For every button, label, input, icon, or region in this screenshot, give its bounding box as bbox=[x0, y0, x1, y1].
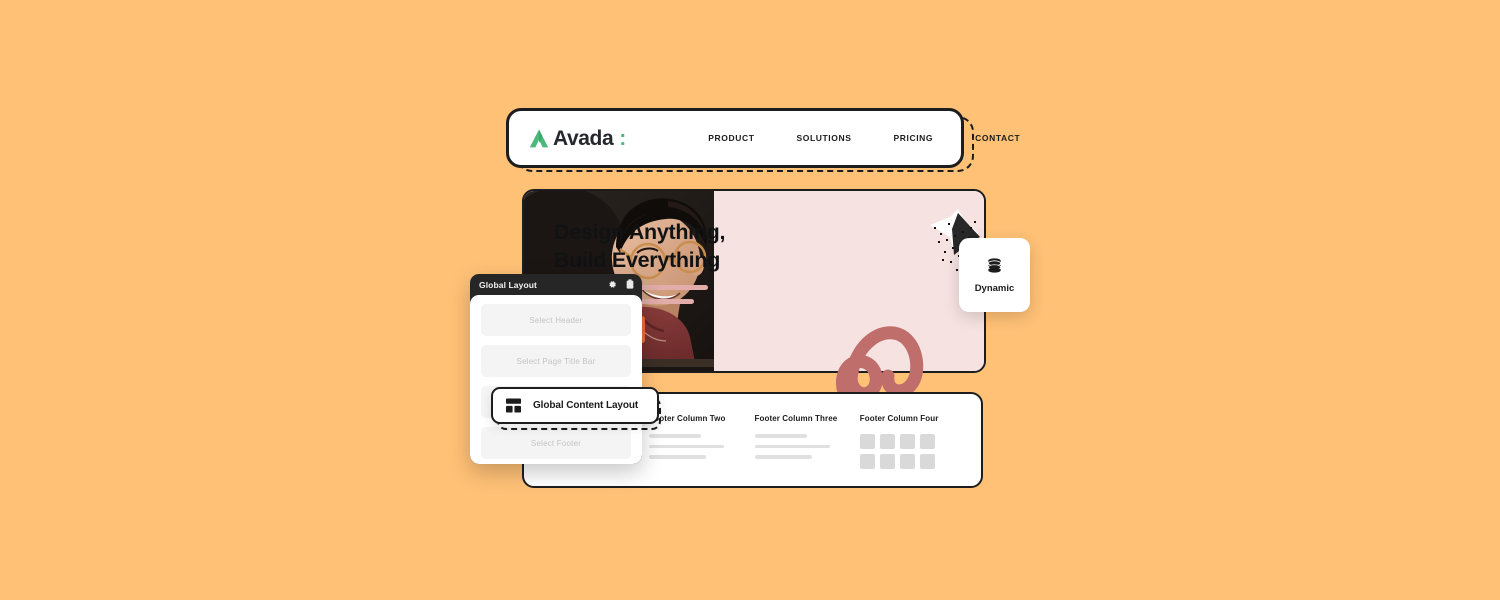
hero-content bbox=[714, 191, 984, 371]
global-layout-panel-body: Select Header Select Page Title Bar Sele… bbox=[470, 295, 642, 464]
database-icon bbox=[987, 257, 1002, 273]
footer-column: Footer Column Two bbox=[649, 414, 754, 469]
footer-placeholder-line bbox=[649, 434, 702, 438]
logo[interactable]: Avada : bbox=[529, 128, 626, 149]
dynamic-badge-label: Dynamic bbox=[974, 282, 1015, 294]
site-header: Avada : PRODUCT SOLUTIONS PRICING CONTAC… bbox=[506, 108, 1020, 168]
footer-square-grid bbox=[859, 434, 965, 469]
footer-column-title: Footer Column Four bbox=[859, 414, 939, 423]
footer-square bbox=[879, 454, 895, 469]
primary-nav: PRODUCT SOLUTIONS PRICING CONTACT bbox=[687, 133, 1041, 143]
footer-square bbox=[919, 454, 935, 469]
global-layout-panel-header: Global Layout bbox=[470, 274, 642, 295]
nav-item-solutions[interactable]: SOLUTIONS bbox=[776, 133, 873, 143]
footer-square bbox=[859, 434, 875, 449]
footer-placeholder-line bbox=[649, 455, 707, 459]
footer-placeholder-line bbox=[754, 444, 830, 448]
global-content-layout-card[interactable]: Global Content Layout bbox=[491, 387, 659, 424]
footer-square bbox=[899, 454, 915, 469]
logo-colon: : bbox=[619, 126, 627, 150]
footer-column: Footer Column Three bbox=[754, 414, 860, 469]
nav-item-contact[interactable]: CONTACT bbox=[954, 133, 1041, 143]
hero-headline: Design Anything, Build Everything bbox=[554, 220, 726, 272]
footer-column-title: Footer Column Two bbox=[649, 414, 726, 423]
footer-placeholder-line bbox=[754, 455, 812, 459]
global-layout-panel: Global Layout Select Header Select Page … bbox=[470, 274, 642, 464]
footer-square bbox=[919, 434, 935, 449]
select-footer-slot[interactable]: Select Footer bbox=[481, 427, 631, 459]
layout-grid-icon bbox=[506, 398, 521, 413]
panel-title: Global Layout bbox=[479, 279, 537, 290]
select-page-title-bar-slot[interactable]: Select Page Title Bar bbox=[481, 345, 631, 377]
footer-square bbox=[879, 434, 895, 449]
gear-icon[interactable] bbox=[608, 280, 617, 289]
dynamic-badge[interactable]: Dynamic bbox=[959, 238, 1030, 312]
select-header-slot[interactable]: Select Header bbox=[481, 304, 631, 336]
footer-placeholder-line bbox=[649, 444, 725, 448]
nav-item-pricing[interactable]: PRICING bbox=[873, 133, 955, 143]
footer-column-title: Footer Column Three bbox=[754, 414, 838, 423]
footer-column: Footer Column Four bbox=[859, 414, 965, 469]
nav-item-product[interactable]: PRODUCT bbox=[687, 133, 775, 143]
page-canvas: Avada : PRODUCT SOLUTIONS PRICING CONTAC… bbox=[0, 0, 1500, 600]
avada-logo-mark bbox=[529, 129, 549, 147]
logo-text: Avada bbox=[553, 126, 614, 150]
panel-header-actions bbox=[608, 279, 634, 289]
footer-square bbox=[899, 434, 915, 449]
trash-icon[interactable] bbox=[626, 279, 634, 289]
footer-square bbox=[859, 454, 875, 469]
global-content-layout-label: Global Content Layout bbox=[533, 400, 639, 411]
footer-placeholder-line bbox=[754, 434, 807, 438]
